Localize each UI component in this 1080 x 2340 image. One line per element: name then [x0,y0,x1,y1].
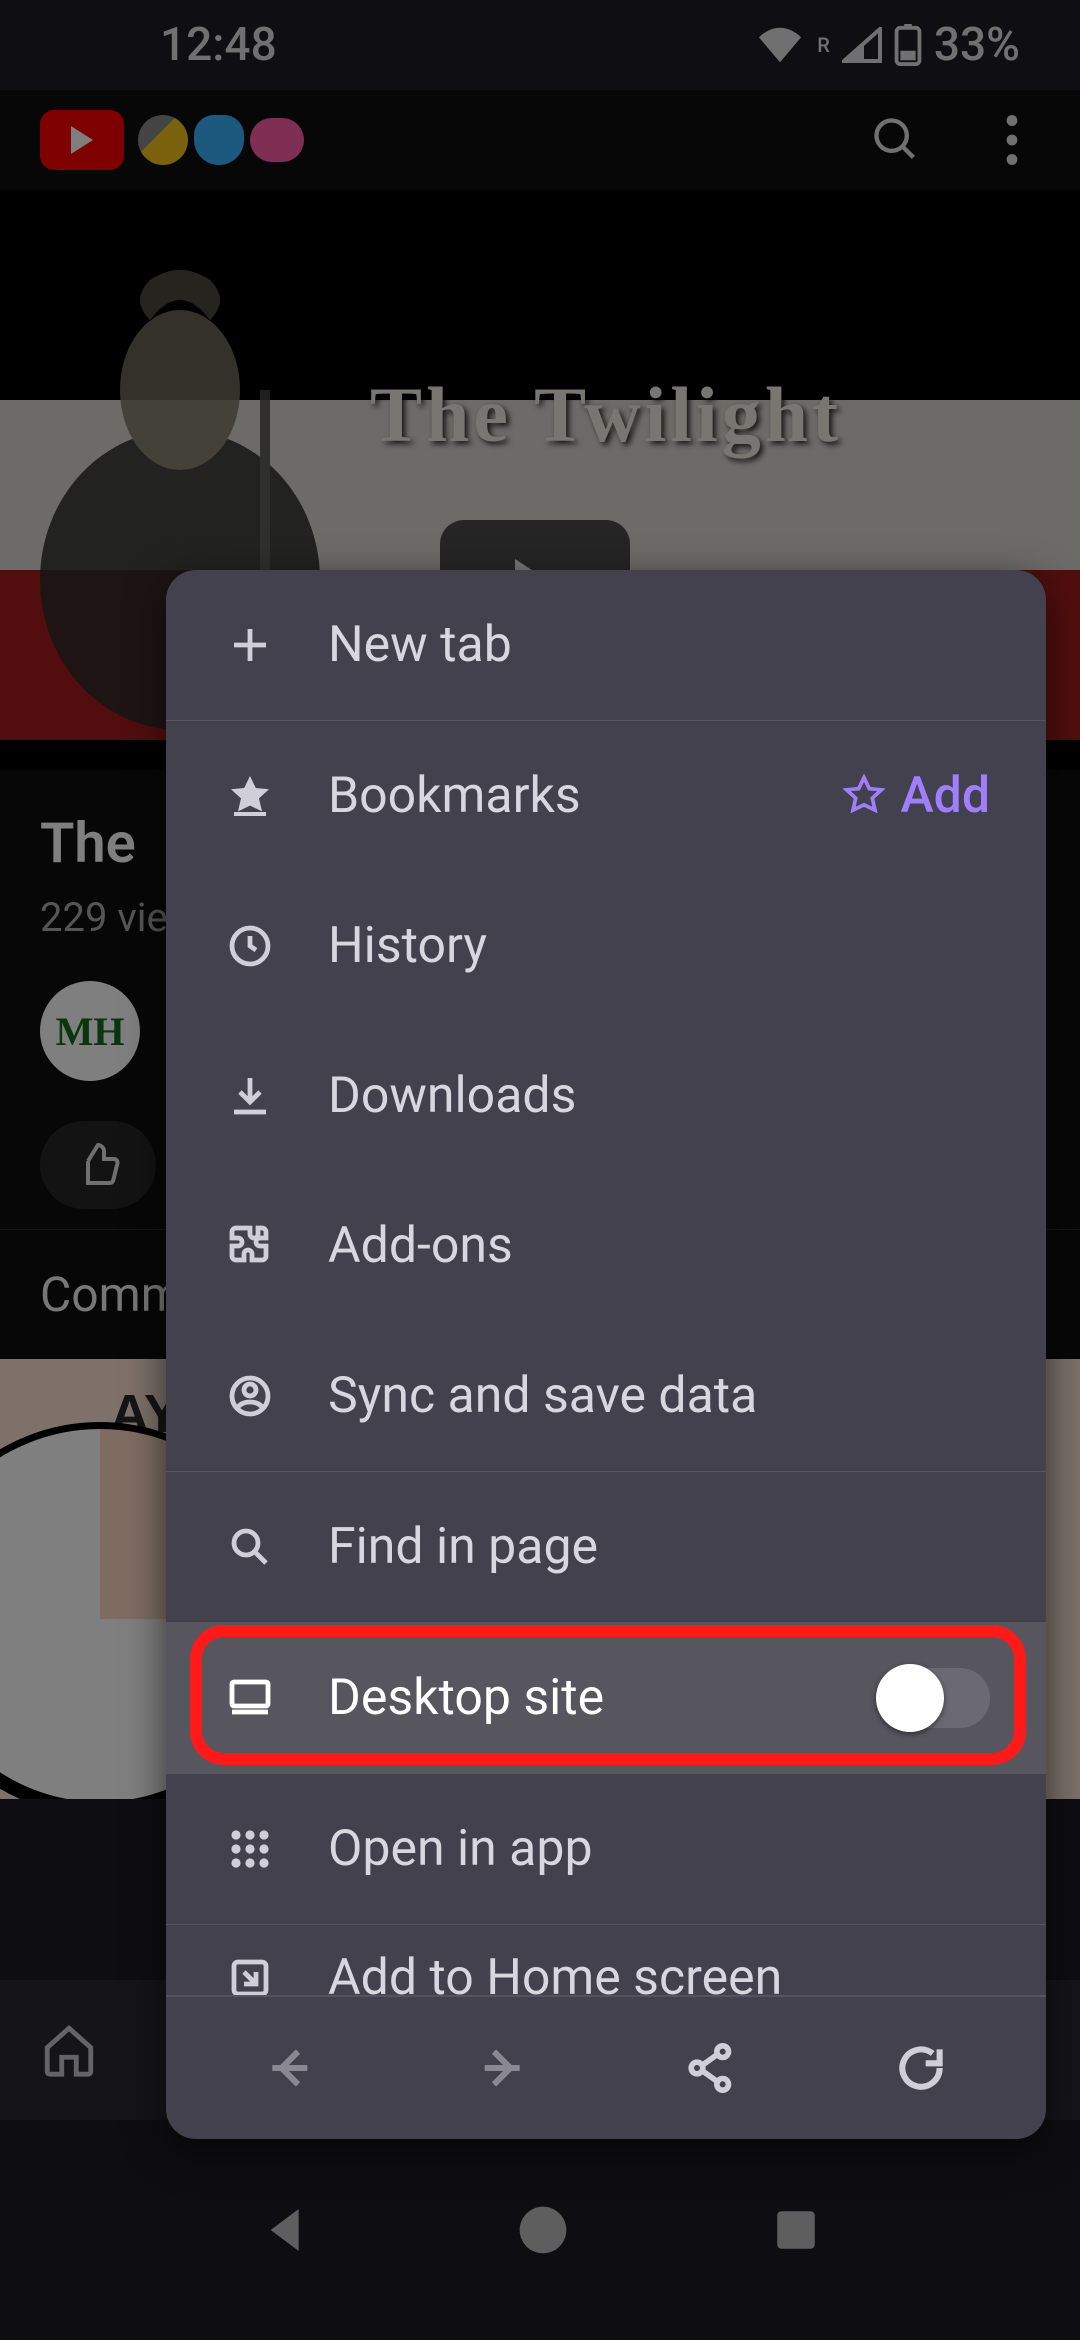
download-icon [222,1068,278,1124]
menu-add-home-screen[interactable]: Add to Home screen [166,1925,1046,1995]
browser-menu-panel: New tab Bookmarks Add History Downloads [166,570,1046,2139]
desktop-site-toggle[interactable] [880,1668,990,1728]
apps-icon [222,1821,278,1877]
menu-label: Bookmarks [328,767,792,825]
menu-find-in-page[interactable]: Find in page [166,1472,1046,1622]
menu-addons[interactable]: Add-ons [166,1171,1046,1321]
menu-label: Add-ons [328,1217,990,1275]
menu-label: Find in page [328,1518,990,1576]
account-icon [222,1368,278,1424]
menu-label: History [328,917,990,975]
menu-forward-button[interactable] [466,2033,536,2103]
menu-reload-button[interactable] [886,2033,956,2103]
menu-new-tab[interactable]: New tab [166,570,1046,721]
plus-icon [222,617,278,673]
bookmark-add-button[interactable]: Add [842,767,990,825]
history-icon [222,918,278,974]
menu-sync[interactable]: Sync and save data [166,1321,1046,1472]
menu-label: Downloads [328,1067,990,1125]
menu-label: New tab [328,616,990,674]
desktop-icon [222,1670,278,1726]
bookmark-icon [222,768,278,824]
menu-share-button[interactable] [676,2033,746,2103]
menu-open-in-app[interactable]: Open in app [166,1774,1046,1925]
menu-bottom-nav [166,1995,1046,2139]
shortcut-icon [222,1950,278,1995]
bookmark-add-label: Add [900,767,990,825]
menu-back-button[interactable] [256,2033,326,2103]
menu-history[interactable]: History [166,871,1046,1021]
menu-desktop-site[interactable]: Desktop site [166,1622,1046,1774]
find-icon [222,1519,278,1575]
menu-label: Open in app [328,1820,990,1878]
menu-bookmarks[interactable]: Bookmarks Add [166,721,1046,871]
menu-label: Desktop site [328,1669,830,1727]
menu-label: Add to Home screen [328,1949,990,1995]
addon-icon [222,1218,278,1274]
menu-downloads[interactable]: Downloads [166,1021,1046,1171]
menu-label: Sync and save data [328,1367,990,1425]
